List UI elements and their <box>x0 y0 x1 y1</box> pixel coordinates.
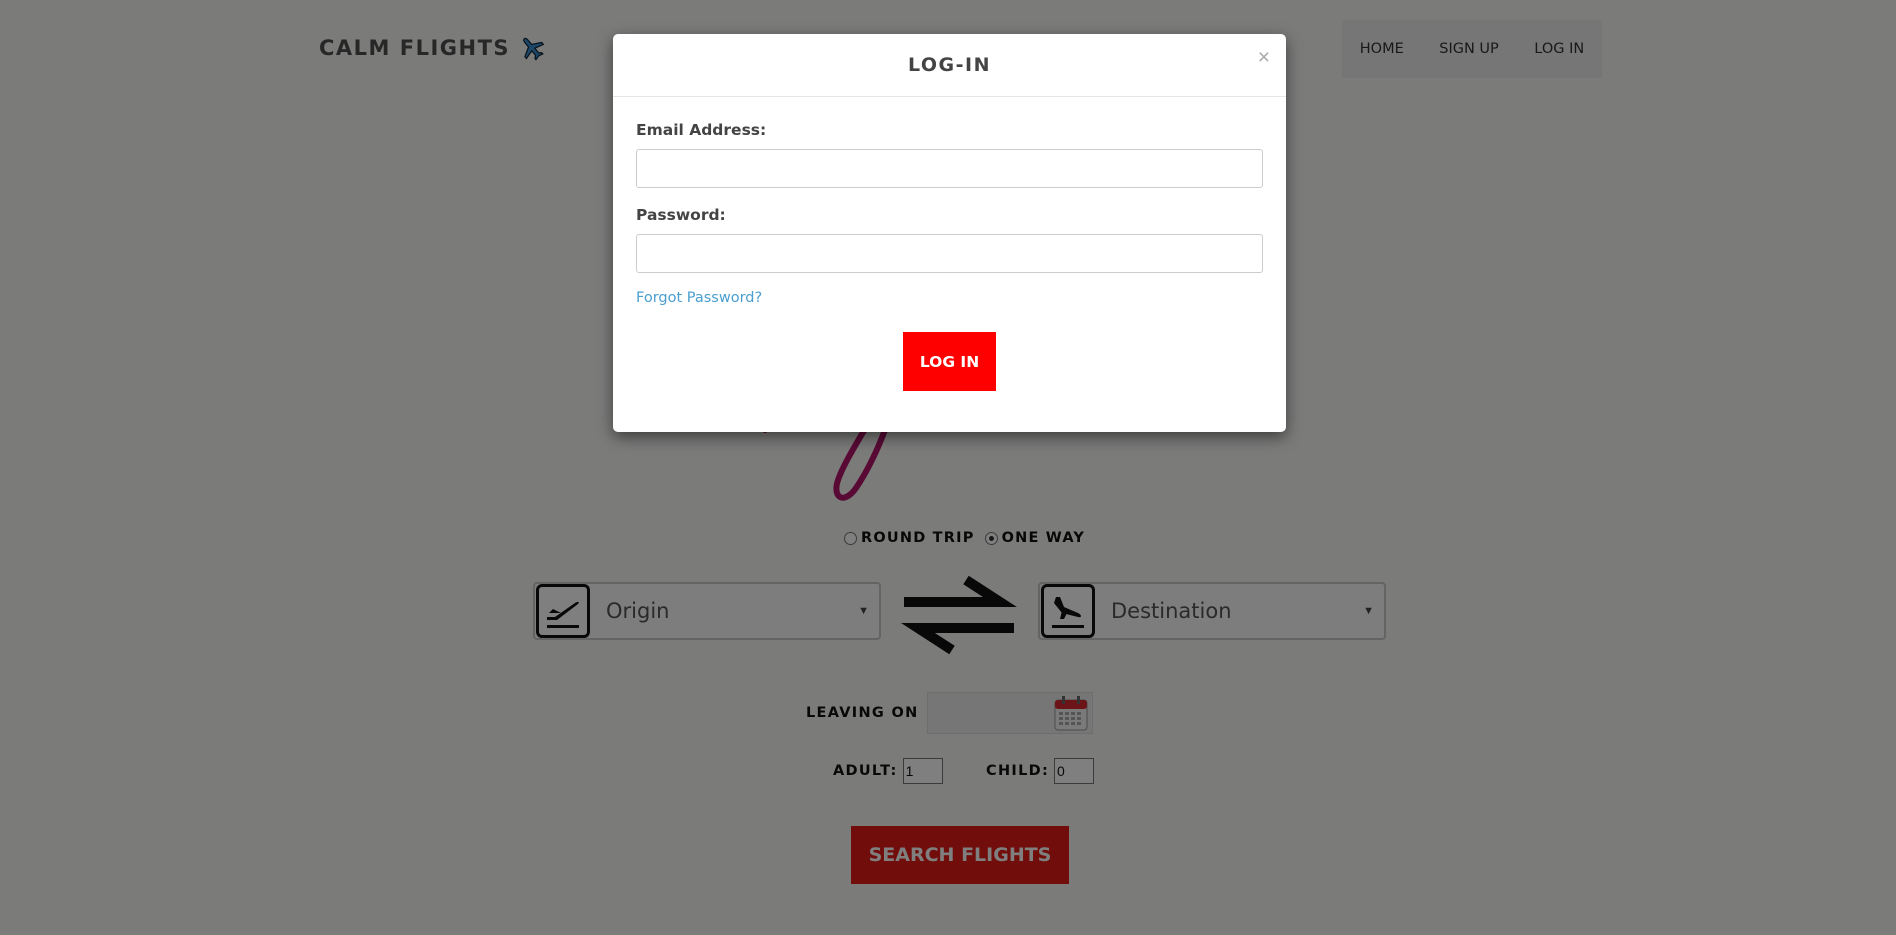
modal-title: LOG-IN <box>907 54 992 76</box>
close-icon[interactable]: × <box>1258 46 1270 70</box>
email-field[interactable] <box>636 149 1263 188</box>
modal-header: LOG-IN × <box>613 34 1286 97</box>
password-field[interactable] <box>636 234 1263 273</box>
password-label: Password: <box>636 206 726 224</box>
login-modal: LOG-IN × Email Address: Password: Forgot… <box>613 34 1286 432</box>
login-submit-button[interactable]: LOG IN <box>903 332 996 391</box>
email-label: Email Address: <box>636 121 767 139</box>
forgot-password-link[interactable]: Forgot Password? <box>636 290 762 306</box>
